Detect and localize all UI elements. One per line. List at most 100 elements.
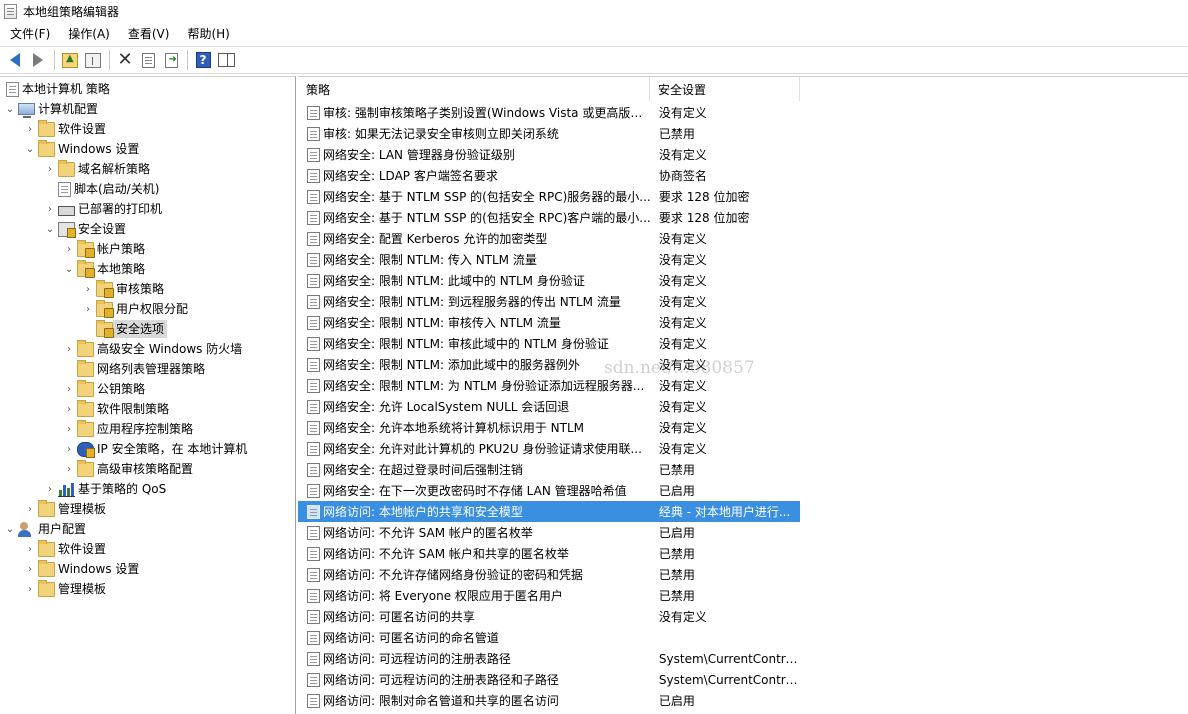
table-row[interactable]: 网络访问: 限制对命名管道和共享的匿名访问 已启用: [298, 690, 800, 711]
app-icon: [4, 4, 17, 19]
table-row[interactable]: 网络安全: 配置 Kerberos 允许的加密类型 没有定义: [298, 228, 800, 249]
up-level-button[interactable]: [59, 49, 81, 71]
forward-button[interactable]: [27, 49, 49, 71]
table-row[interactable]: 网络安全: 限制 NTLM: 此域中的 NTLM 身份验证 没有定义: [298, 270, 800, 291]
tree-item-software-settings[interactable]: › 软件设置: [24, 119, 106, 139]
expand-chevron-icon[interactable]: ›: [44, 159, 56, 179]
collapse-chevron-icon[interactable]: ⌄: [4, 99, 16, 119]
expand-chevron-icon[interactable]: ›: [82, 279, 94, 299]
tree-item-advanced-audit[interactable]: › 高级审核策略配置: [63, 459, 193, 479]
tree-pane[interactable]: 本地计算机 策略 ⌄ 计算机配置 › 软件设置 ⌄ Windows 设置 › 域…: [0, 76, 296, 714]
tree-item-computer-config[interactable]: ⌄ 计算机配置: [4, 99, 98, 119]
column-header-setting[interactable]: 安全设置: [650, 77, 800, 101]
table-row[interactable]: 网络安全: 允许本地系统将计算机标识用于 NTLM 没有定义: [298, 417, 800, 438]
expand-chevron-icon[interactable]: ›: [44, 199, 56, 219]
tree-item-user-windows[interactable]: › Windows 设置: [24, 559, 139, 579]
expand-chevron-icon[interactable]: ›: [44, 479, 56, 499]
help-button[interactable]: ?: [192, 49, 214, 71]
table-row[interactable]: 网络访问: 不允许 SAM 帐户和共享的匿名枚举 已禁用: [298, 543, 800, 564]
table-row[interactable]: 网络访问: 不允许 SAM 帐户的匿名枚举 已启用: [298, 522, 800, 543]
tree-item-ipsec[interactable]: › IP 安全策略，在 本地计算机: [63, 439, 247, 459]
table-row[interactable]: 审核: 强制审核策略子类别设置(Windows Vista 或更高版本... 没有…: [298, 102, 800, 123]
tree-item-name-resolution[interactable]: › 域名解析策略: [44, 159, 150, 179]
tree-item-user-rights[interactable]: › 用户权限分配: [82, 299, 188, 319]
column-header-policy[interactable]: ^ 策略: [298, 77, 650, 101]
tree-item-account-policies[interactable]: › 帐户策略: [63, 239, 145, 259]
collapse-chevron-icon[interactable]: ⌄: [44, 219, 56, 239]
policy-setting-icon: [307, 210, 320, 225]
expand-chevron-icon[interactable]: ›: [63, 239, 75, 259]
expand-chevron-icon[interactable]: ›: [24, 539, 36, 559]
table-row[interactable]: 审核: 如果无法记录安全审核则立即关闭系统 已禁用: [298, 123, 800, 144]
back-button[interactable]: [4, 49, 26, 71]
table-row[interactable]: 网络安全: 限制 NTLM: 审核传入 NTLM 流量 没有定义: [298, 312, 800, 333]
policy-list-pane[interactable]: ^ 策略 安全设置 审核: 强制审核策略子类别设置(Windows Vista …: [298, 76, 1188, 714]
table-row[interactable]: 网络安全: 允许 LocalSystem NULL 会话回退 没有定义: [298, 396, 800, 417]
tree-item-software-restriction[interactable]: › 软件限制策略: [63, 399, 169, 419]
tree-item-public-key[interactable]: › 公钥策略: [63, 379, 145, 399]
tree-item-security-options[interactable]: 安全选项: [94, 319, 168, 339]
expand-chevron-icon[interactable]: ›: [82, 299, 94, 319]
table-row[interactable]: 网络安全: 限制 NTLM: 审核此域中的 NTLM 身份验证 没有定义: [298, 333, 800, 354]
tree-item-label: Windows 设置: [58, 562, 140, 576]
tree-item-admin-templates[interactable]: › 管理模板: [24, 499, 106, 519]
table-row[interactable]: 网络安全: 基于 NTLM SSP 的(包括安全 RPC)客户端的最小... 要求…: [298, 207, 800, 228]
table-row[interactable]: 网络安全: 基于 NTLM SSP 的(包括安全 RPC)服务器的最小... 要求…: [298, 186, 800, 207]
table-row[interactable]: 网络访问: 可匿名访问的命名管道: [298, 627, 800, 648]
tree-item-qos[interactable]: › 基于策略的 QoS: [44, 479, 166, 499]
table-row[interactable]: 网络安全: LAN 管理器身份验证级别 没有定义: [298, 144, 800, 165]
table-row[interactable]: 网络访问: 将 Everyone 权限应用于匿名用户 已禁用: [298, 585, 800, 606]
table-row[interactable]: 网络安全: 在超过登录时间后强制注销 已禁用: [298, 459, 800, 480]
expand-chevron-icon[interactable]: ›: [63, 399, 75, 419]
table-row[interactable]: 网络访问: 可远程访问的注册表路径和子路径 System\CurrentContr…: [298, 669, 800, 690]
menu-help[interactable]: 帮助(H): [178, 23, 238, 45]
collapse-chevron-icon[interactable]: ⌄: [4, 519, 16, 539]
expand-chevron-icon[interactable]: ›: [24, 579, 36, 599]
table-row[interactable]: 网络安全: 在下一次更改密码时不存储 LAN 管理器哈希值 已启用: [298, 480, 800, 501]
table-row[interactable]: 网络访问: 可远程访问的注册表路径 System\CurrentContro...: [298, 648, 800, 669]
folder-icon: [38, 579, 55, 597]
policy-setting-icon: [307, 231, 320, 246]
tree-item-app-control[interactable]: › 应用程序控制策略: [63, 419, 193, 439]
tree-item-audit-policy[interactable]: › 审核策略: [82, 279, 164, 299]
export-list-button[interactable]: [160, 49, 182, 71]
tree-item-windows-settings[interactable]: ⌄ Windows 设置: [24, 139, 139, 159]
expand-chevron-icon[interactable]: ›: [63, 419, 75, 439]
collapse-chevron-icon[interactable]: ⌄: [63, 259, 75, 279]
table-row[interactable]: 网络安全: 允许对此计算机的 PKU2U 身份验证请求使用联... 没有定义: [298, 438, 800, 459]
expand-chevron-icon[interactable]: ›: [24, 499, 36, 519]
menu-file[interactable]: 文件(F): [0, 23, 59, 45]
folder-icon: [77, 399, 94, 417]
expand-chevron-icon[interactable]: ›: [63, 439, 75, 459]
tree-item-printers[interactable]: › 已部署的打印机: [44, 199, 162, 219]
tree-item-scripts[interactable]: 脚本(启动/关机): [56, 179, 159, 199]
tree-item-user-software[interactable]: › 软件设置: [24, 539, 106, 559]
tree-item-local-policies[interactable]: ⌄ 本地策略: [63, 259, 145, 279]
tree-item-root[interactable]: 本地计算机 策略: [4, 79, 110, 99]
tree-item-user-config[interactable]: ⌄ 用户配置: [4, 519, 86, 539]
collapse-chevron-icon[interactable]: ⌄: [24, 139, 36, 159]
policy-name: 网络安全: 限制 NTLM: 添加此域中的服务器例外: [323, 358, 580, 372]
properties-button[interactable]: [137, 49, 159, 71]
delete-button[interactable]: ✕: [114, 49, 136, 71]
expand-chevron-icon[interactable]: ›: [63, 379, 75, 399]
tree-item-user-admin-templates[interactable]: › 管理模板: [24, 579, 106, 599]
show-hide-tree-button[interactable]: [82, 49, 104, 71]
expand-chevron-icon[interactable]: ›: [63, 339, 75, 359]
tree-item-network-list[interactable]: 网络列表管理器策略: [75, 359, 205, 379]
expand-chevron-icon[interactable]: ›: [63, 459, 75, 479]
action-pane-button[interactable]: [215, 49, 237, 71]
menu-action[interactable]: 操作(A): [59, 23, 119, 45]
table-row[interactable]: 网络安全: 限制 NTLM: 为 NTLM 身份验证添加远程服务器... 没有定义: [298, 375, 800, 396]
tree-item-firewall[interactable]: › 高级安全 Windows 防火墙: [63, 339, 242, 359]
expand-chevron-icon[interactable]: ›: [24, 559, 36, 579]
table-row[interactable]: 网络访问: 可匿名访问的共享 没有定义: [298, 606, 800, 627]
table-row[interactable]: 网络安全: LDAP 客户端签名要求 协商签名: [298, 165, 800, 186]
table-row[interactable]: 网络安全: 限制 NTLM: 到远程服务器的传出 NTLM 流量 没有定义: [298, 291, 800, 312]
menu-view[interactable]: 查看(V): [119, 23, 179, 45]
table-row[interactable]: 网络访问: 本地帐户的共享和安全模型 经典 - 对本地用户进行...: [298, 501, 800, 522]
tree-item-security-settings[interactable]: ⌄ 安全设置: [44, 219, 126, 239]
table-row[interactable]: 网络访问: 不允许存储网络身份验证的密码和凭据 已禁用: [298, 564, 800, 585]
expand-chevron-icon[interactable]: ›: [24, 119, 36, 139]
table-row[interactable]: 网络安全: 限制 NTLM: 传入 NTLM 流量 没有定义: [298, 249, 800, 270]
